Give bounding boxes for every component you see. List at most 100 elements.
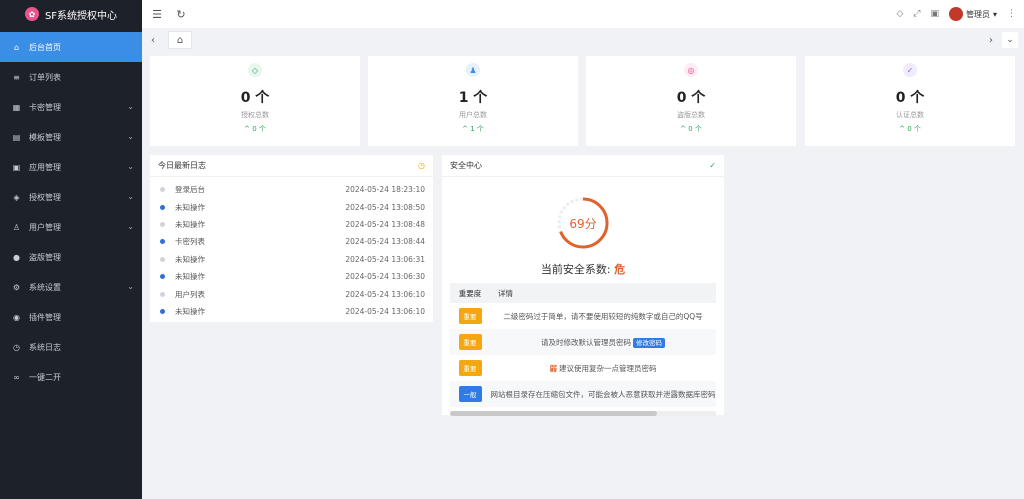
security-score-gauge: 69分 (553, 193, 613, 253)
log-panel: 今日最新日志 ◷ 登录后台 2024-05-24 18:23:10 未知操作 2024… (150, 155, 433, 322)
home-tab-icon: ⌂ (176, 34, 184, 46)
chevron-down-icon: ⌄ (127, 102, 134, 111)
refresh-icon[interactable]: ↻ (172, 5, 190, 23)
sidebar-item-label: 应用管理 (29, 162, 61, 172)
stat-trend: ^ 0 个 (150, 124, 360, 134)
sidebar-item-3[interactable]: ▤ 模板管理 ⌄ (0, 122, 142, 152)
log-time: 2024-05-24 13:08:50 (345, 202, 425, 212)
table-row: 重要 请及时修改默认管理员密码 修改密码 (450, 329, 716, 355)
log-action: 卡密列表 (175, 237, 205, 247)
security-table: 重要度 详情 重要 二级密码过于简单，请不要使用较短的纯数字或自己的QQ号 重要 请及… (450, 283, 716, 407)
grid-icon: ▦ (12, 102, 21, 112)
stat-trend-value: 0 个 (907, 125, 921, 133)
log-action: 未知操作 (175, 219, 205, 229)
sidebar-item-8[interactable]: ⚙ 系统设置 ⌄ (0, 272, 142, 302)
row-detail: 二级密码过于简单，请不要使用较短的纯数字或自己的QQ号 (503, 311, 703, 321)
stat-trend-value: 0 个 (252, 125, 266, 133)
security-coef-label: 当前安全系数: (540, 263, 611, 276)
log-dot (160, 256, 165, 262)
trend-up-icon: ^ (899, 125, 908, 133)
sidebar-item-9[interactable]: ◉ 插件管理 (0, 302, 142, 332)
row-detail-cell: 请及时修改默认管理员密码 修改密码 (490, 337, 716, 348)
sidebar-item-6[interactable]: ♙ 用户管理 ⌄ (0, 212, 142, 242)
col-detail: 详情 (498, 288, 513, 298)
target-icon: ◎ (684, 63, 698, 77)
security-panel-title: 安全中心 (450, 161, 482, 170)
logo-icon: ✿ (24, 7, 39, 21)
log-action: 未知操作 (175, 272, 205, 282)
stat-value: 1 个 (458, 90, 488, 106)
weak-mark: 弱 (549, 363, 558, 373)
security-panel: 安全中心 ✓ 69分 当前安全系数: 危 重要度 详情 重要 二级密码过于简单，请… (442, 155, 724, 416)
scrollbar-thumb[interactable] (450, 411, 658, 416)
stat-label: 授权总数 (241, 111, 269, 119)
sidebar-menu: ⌂ 后台首页 ≡ 订单列表 ▦ 卡密管理 ⌄ ▤ 模板管理 ⌄ ▣ 应用管理 ⌄ ◈ 授权管理 ⌄ ♙ 用户管理 ⌄… (0, 32, 142, 392)
tabs-right-arrow-icon[interactable]: › (984, 35, 998, 46)
sidebar-item-11[interactable]: ∞ 一键二开 (0, 362, 142, 392)
sidebar-item-10[interactable]: ◷ 系统日志 (0, 332, 142, 362)
log-dot (160, 239, 165, 245)
user-name: 管理员 (965, 9, 990, 19)
tabs-dropdown-icon[interactable]: ⌄ (1002, 32, 1018, 48)
more-icon[interactable]: ⋮ (1007, 9, 1016, 19)
brand: ✿ SF系统授权中心 (0, 0, 142, 28)
stat-trend: ^ 0 个 (805, 124, 1015, 134)
row-detail: 网站根目录存在压缩包文件，可能会被人恶意获取并泄露数据库密码 (490, 389, 716, 399)
row-detail-cell: 弱建议使用复杂一点管理员密码 (490, 363, 716, 374)
log-item: 未知操作 2024-05-24 13:06:31 (160, 251, 425, 268)
change-password-button[interactable]: 修改密码 (633, 337, 665, 348)
user-menu[interactable]: 管理员 ▾ (948, 7, 997, 21)
log-item: 未知操作 2024-05-24 13:06:30 (160, 268, 425, 285)
trend-up-icon: ^ (462, 125, 471, 133)
piracy-icon: ● (13, 252, 20, 262)
template-icon: ▤ (12, 132, 21, 142)
level-badge: 重要 (458, 334, 482, 350)
shield-check-icon: ◇ (248, 63, 262, 77)
log-action: 未知操作 (175, 254, 205, 264)
menu-toggle-icon[interactable]: ☰ (148, 5, 166, 23)
sidebar-item-label: 盗版管理 (29, 252, 61, 262)
sidebar-item-label: 授权管理 (29, 192, 61, 202)
table-scrollbar[interactable] (450, 411, 716, 416)
log-time: 2024-05-24 13:06:10 (345, 306, 425, 316)
tabs-left-arrow-icon[interactable]: ‹ (146, 35, 160, 46)
sidebar-item-4[interactable]: ▣ 应用管理 ⌄ (0, 152, 142, 182)
stat-value: 0 个 (240, 90, 270, 106)
log-item: 未知操作 2024-05-24 13:08:48 (160, 216, 425, 233)
avatar (948, 7, 963, 21)
log-dot (160, 308, 165, 314)
sidebar: ✿ SF系统授权中心 ⌂ 后台首页 ≡ 订单列表 ▦ 卡密管理 ⌄ ▤ 模板管理 ⌄ ▣ 应用管理 ⌄ ◈… (0, 0, 142, 499)
caret-down-icon: ▾ (992, 9, 997, 19)
sidebar-item-7[interactable]: ● 盗版管理 (0, 242, 142, 272)
chevron-down-icon: ⌄ (127, 222, 134, 231)
sidebar-item-5[interactable]: ◈ 授权管理 ⌄ (0, 182, 142, 212)
stat-trend-value: 0 个 (688, 125, 702, 133)
stat-value: 0 个 (895, 90, 925, 106)
app-title: SF系统授权中心 (44, 10, 118, 22)
log-list: 登录后台 2024-05-24 18:23:10 未知操作 2024-05-24 13… (150, 177, 433, 320)
log-time: 2024-05-24 13:06:30 (345, 272, 425, 282)
log-panel-header: 今日最新日志 ◷ (150, 155, 433, 177)
tab-home[interactable]: ⌂ (168, 31, 192, 49)
log-item: 卡密列表 2024-05-24 13:08:44 (160, 233, 425, 250)
lock-icon[interactable]: ▣ (930, 9, 939, 19)
log-action: 未知操作 (175, 202, 205, 212)
tag-icon[interactable]: ◇ (896, 9, 903, 19)
stat-card: ◎ 0 个盗版总数 ^ 0 个 (586, 56, 796, 146)
log-panel-title: 今日最新日志 (158, 161, 206, 170)
trend-up-icon: ^ (680, 125, 689, 133)
sidebar-item-1[interactable]: ≡ 订单列表 (0, 62, 142, 92)
level-badge: 重要 (458, 308, 482, 324)
log-item: 登录后台 2024-05-24 18:23:10 (160, 181, 425, 198)
chevron-down-icon: ⌄ (127, 282, 134, 291)
sidebar-item-0[interactable]: ⌂ 后台首页 (0, 32, 142, 62)
stat-card: ◇ 0 个授权总数 ^ 0 个 (150, 56, 360, 146)
fullscreen-icon[interactable]: ⤢ (913, 9, 920, 19)
sidebar-item-label: 用户管理 (29, 222, 61, 232)
level-badge: 一般 (458, 386, 482, 402)
log-action: 登录后台 (175, 185, 205, 195)
tabs-bar: ‹ ⌂ › ⌄ (142, 28, 1024, 52)
sidebar-item-2[interactable]: ▦ 卡密管理 ⌄ (0, 92, 142, 122)
check-icon: ✓ (709, 161, 716, 170)
log-item: 用户列表 2024-05-24 13:06:10 (160, 285, 425, 302)
